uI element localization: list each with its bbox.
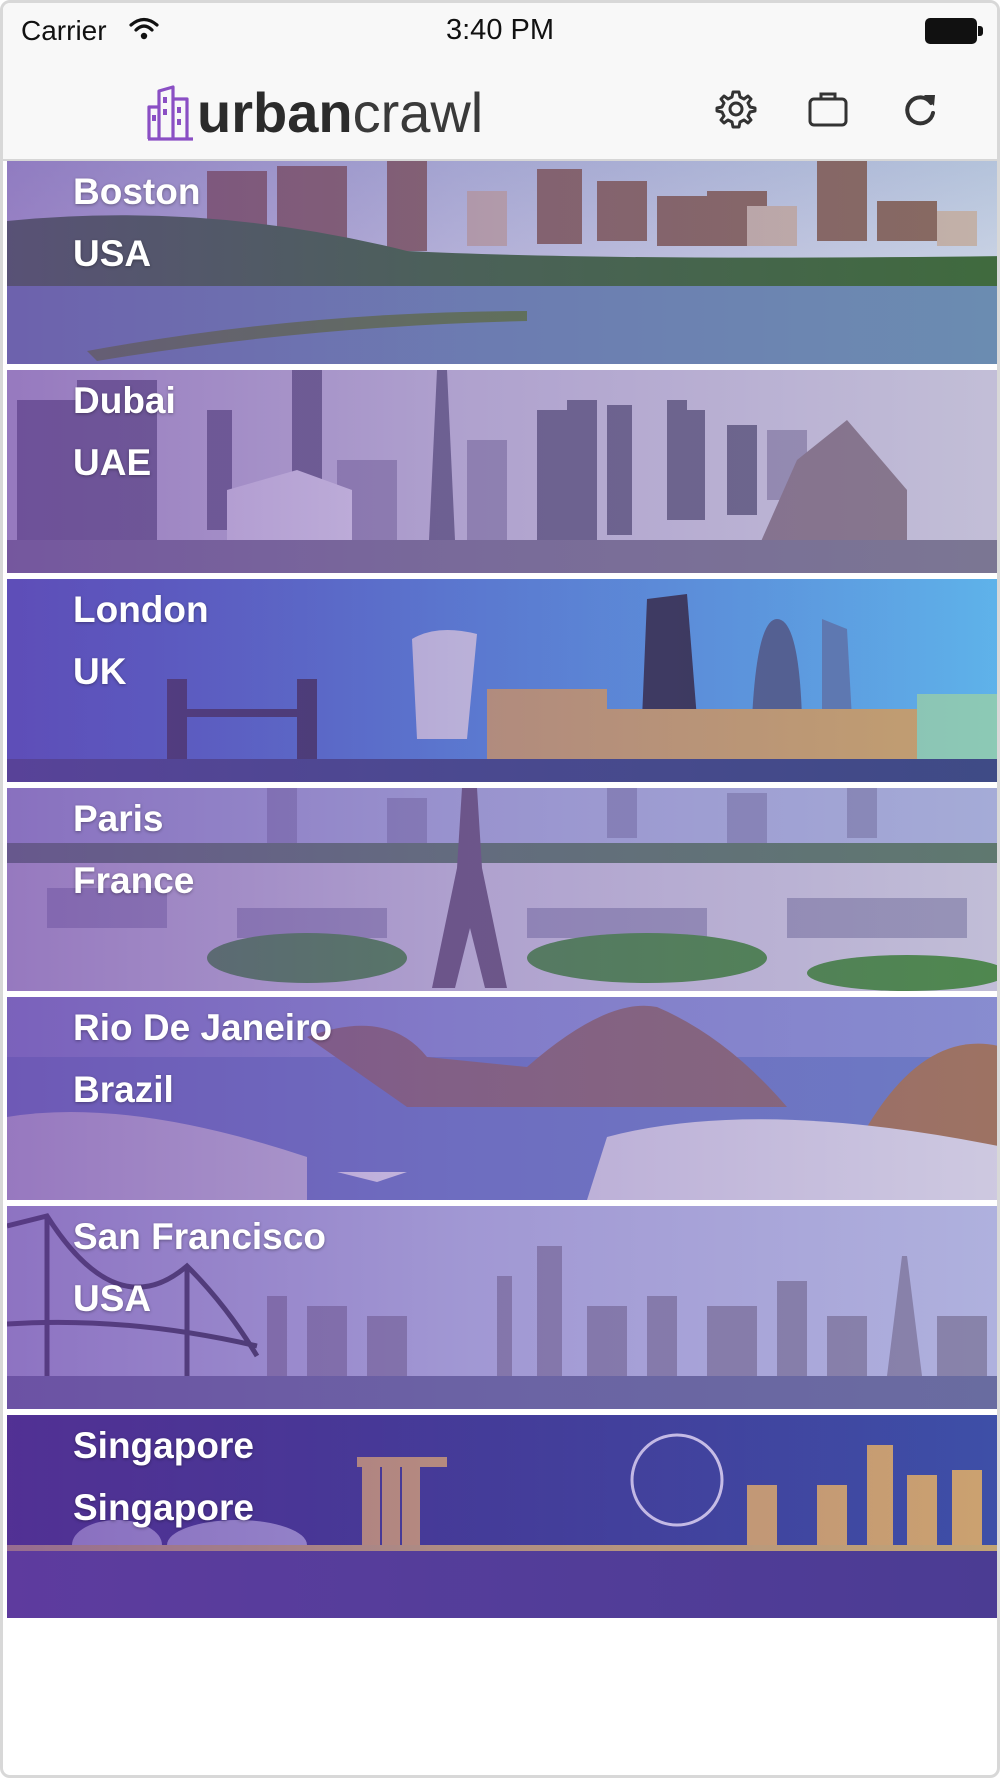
city-country: UK xyxy=(73,651,127,692)
refresh-button[interactable] xyxy=(896,85,944,133)
city-row-rio-de-janeiro[interactable]: Rio De Janeiro Brazil xyxy=(7,997,997,1200)
city-list: Boston USA Dubai UAE London UK Paris Fra… xyxy=(7,161,997,1624)
clock: 3:40 PM xyxy=(446,14,554,46)
city-country: Brazil xyxy=(73,1069,174,1110)
city-row-dubai[interactable]: Dubai UAE xyxy=(7,370,997,573)
city-country: Singapore xyxy=(73,1487,254,1528)
settings-button[interactable] xyxy=(712,85,760,133)
gear-icon xyxy=(715,90,757,129)
city-country: USA xyxy=(73,1278,152,1319)
city-name: Boston xyxy=(73,171,201,212)
city-name: Singapore xyxy=(73,1425,254,1466)
city-name: Dubai xyxy=(73,380,176,421)
city-name: Paris xyxy=(73,798,164,839)
city-row-paris[interactable]: Paris France xyxy=(7,788,997,991)
refresh-icon xyxy=(905,95,935,126)
city-country: France xyxy=(73,860,195,901)
city-name: Rio De Janeiro xyxy=(73,1007,333,1048)
city-row-london[interactable]: London UK xyxy=(7,579,997,782)
city-country: UAE xyxy=(73,442,152,483)
trips-button[interactable] xyxy=(804,85,852,133)
city-country: USA xyxy=(73,233,152,274)
status-bar: Carrier 3:40 PM xyxy=(3,3,997,59)
city-name: London xyxy=(73,589,209,630)
city-row-singapore[interactable]: Singapore Singapore xyxy=(7,1415,997,1618)
app-logo: urbancrawl xyxy=(147,77,483,141)
app-frame: Carrier 3:40 PM urbancrawl Boston USA Du… xyxy=(0,0,1000,1778)
buildings-logo-icon xyxy=(147,85,193,141)
battery-icon xyxy=(925,18,983,44)
city-row-boston[interactable]: Boston USA xyxy=(7,161,997,364)
nav-bar: urbancrawl xyxy=(3,59,997,161)
briefcase-icon xyxy=(808,92,848,127)
city-row-san-francisco[interactable]: San Francisco USA xyxy=(7,1206,997,1409)
city-name: San Francisco xyxy=(73,1216,326,1257)
logo-wordmark: urbancrawl xyxy=(197,81,484,144)
